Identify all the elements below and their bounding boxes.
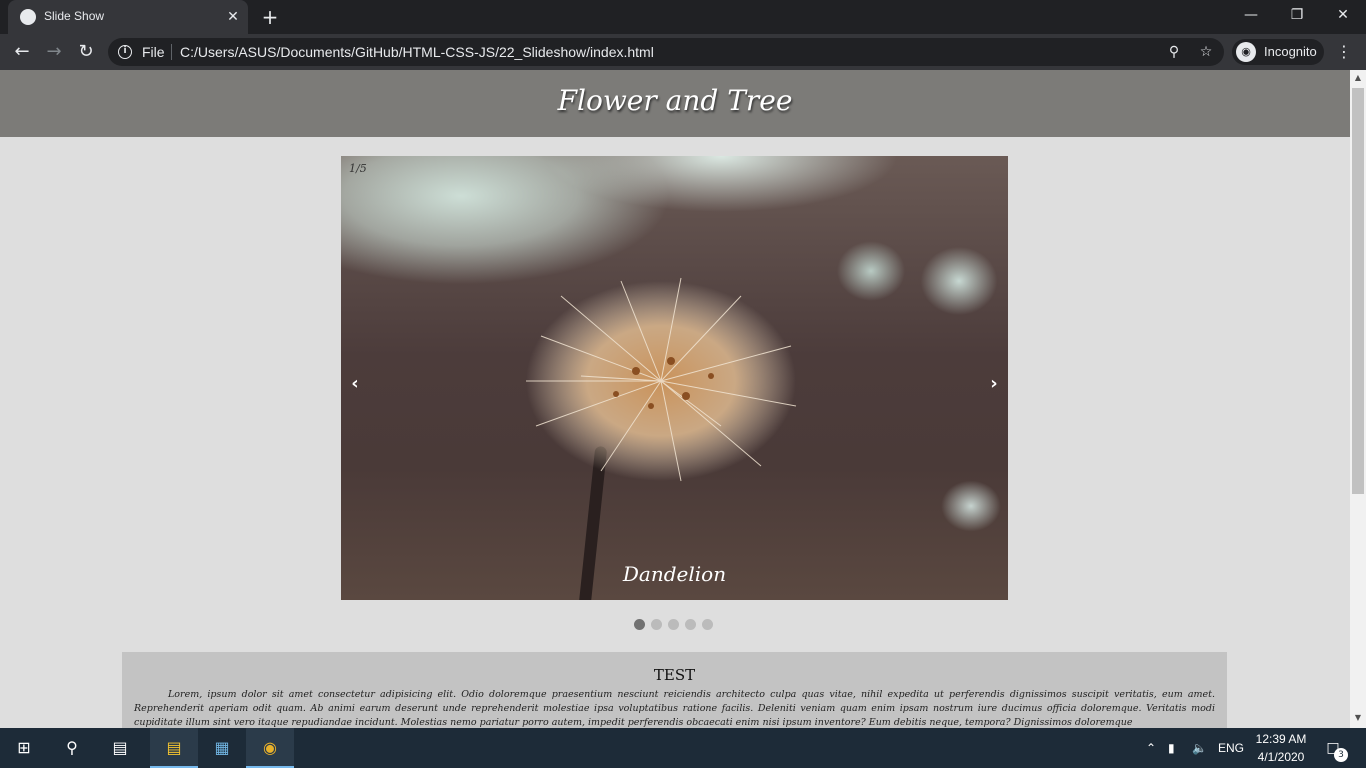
bookmark-star-icon[interactable]: ☆	[1196, 42, 1216, 62]
file-explorer-icon[interactable]: ▤	[150, 728, 198, 768]
battery-icon[interactable]: ▮	[1168, 728, 1175, 768]
minimize-button[interactable]: —	[1228, 0, 1274, 30]
slide-dot-1[interactable]	[634, 619, 645, 630]
scroll-down-arrow-icon[interactable]: ▼	[1350, 712, 1366, 724]
kebab-menu-icon[interactable]: ⋮	[1334, 40, 1354, 64]
slide-dot-5[interactable]	[702, 619, 713, 630]
next-slide-button[interactable]: ›	[986, 372, 1002, 396]
page-title: Flower and Tree	[557, 84, 793, 117]
clock-date: 4/1/2020	[1257, 750, 1305, 764]
tab-bar: Slide Show ✕ + — ❐ ✕	[0, 0, 1366, 34]
tab-slide-show[interactable]: Slide Show ✕	[8, 0, 248, 34]
address-bar[interactable]: i File C:/Users/ASUS/Documents/GitHub/HT…	[108, 38, 1224, 66]
notification-badge: 3	[1334, 748, 1348, 762]
omnibox-separator	[171, 44, 172, 60]
slide-dot-4[interactable]	[685, 619, 696, 630]
reload-button[interactable]: ↻	[74, 40, 98, 64]
restore-button[interactable]: ❐	[1274, 0, 1320, 30]
new-tab-button[interactable]: +	[258, 6, 282, 28]
search-icon[interactable]: ⚲	[48, 728, 96, 768]
incognito-icon: ◉	[1236, 42, 1256, 62]
browser-chrome: Slide Show ✕ + — ❐ ✕ ← → ↻ i File C:/Use…	[0, 0, 1366, 70]
toolbar: ← → ↻ i File C:/Users/ASUS/Documents/Git…	[0, 34, 1366, 70]
incognito-label: Incognito	[1264, 44, 1317, 59]
tray-chevron-icon[interactable]: ⌃	[1146, 728, 1156, 768]
slide-counter: 1/5	[349, 162, 367, 175]
info-icon[interactable]: i	[118, 45, 132, 59]
slide-dot-2[interactable]	[651, 619, 662, 630]
language-indicator[interactable]: ENG	[1218, 728, 1244, 768]
prev-slide-button[interactable]: ‹	[347, 372, 363, 396]
section-heading: TEST	[653, 666, 696, 684]
slide-caption: Dandelion	[622, 562, 727, 586]
zoom-icon[interactable]: ⚲	[1164, 42, 1184, 62]
page-header: Flower and Tree	[0, 70, 1350, 137]
slide-image: 1/5 ‹ › Dandelion	[341, 156, 1008, 600]
text-section: TEST Lorem, ipsum dolor sit amet consect…	[122, 652, 1227, 728]
chrome-icon[interactable]: ◉	[246, 728, 294, 768]
microsoft-store-icon[interactable]: ▦	[198, 728, 246, 768]
window-close-button[interactable]: ✕	[1320, 0, 1366, 30]
back-button[interactable]: ←	[10, 40, 34, 64]
volume-icon[interactable]: 🔈	[1192, 728, 1207, 768]
forward-button[interactable]: →	[42, 40, 66, 64]
scheme-label: File	[142, 44, 165, 60]
tab-close-button[interactable]: ✕	[224, 8, 242, 26]
url-text[interactable]: C:/Users/ASUS/Documents/GitHub/HTML-CSS-…	[180, 44, 654, 60]
web-page: Flower and Tree 1/5 ‹ › Dandelion TEST L…	[0, 70, 1350, 728]
incognito-indicator[interactable]: ◉ Incognito	[1232, 39, 1324, 65]
clock-time: 12:39 AM	[1255, 732, 1307, 746]
scroll-up-arrow-icon[interactable]: ▲	[1350, 72, 1366, 84]
scroll-thumb[interactable]	[1352, 88, 1364, 494]
windows-start-icon[interactable]: ⊞	[0, 728, 48, 768]
system-clock[interactable]: 12:39 AM 4/1/2020	[1248, 730, 1314, 766]
section-body: Lorem, ipsum dolor sit amet consectetur …	[134, 689, 1215, 728]
windows-taskbar: ⊞ ⚲ ▤ ▤ ▦ ◉ ⌃ ▮ 🔈 ENG 12:39 AM 4/1/2020 …	[0, 728, 1366, 768]
globe-icon	[20, 9, 36, 25]
page-scrollbar[interactable]: ▲ ▼	[1350, 70, 1366, 728]
task-view-icon[interactable]: ▤	[96, 728, 144, 768]
tab-title: Slide Show	[44, 9, 105, 23]
slide-dot-3[interactable]	[668, 619, 679, 630]
dandelion-flower	[526, 277, 797, 482]
